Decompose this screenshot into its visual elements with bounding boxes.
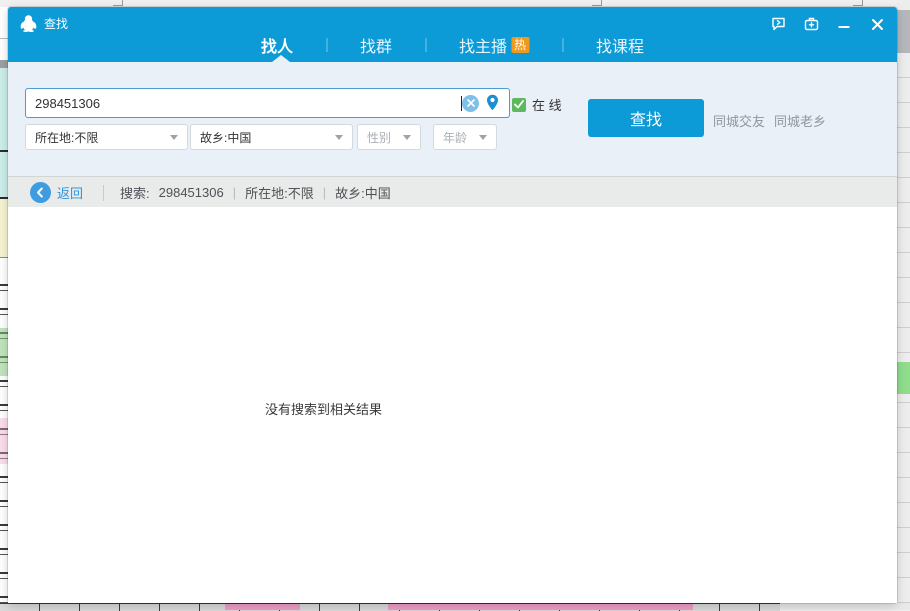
qq-penguin-icon xyxy=(20,14,37,32)
checkmark-icon xyxy=(514,100,524,109)
chevron-down-icon xyxy=(335,135,343,140)
online-label: 在 线 xyxy=(532,95,562,114)
gender-dropdown[interactable]: 性别 xyxy=(357,124,421,150)
search-panel: 在 线 所在地:不限 故乡:中国 性别 年龄 查找 同城交友 同城老乡 xyxy=(8,62,897,176)
tab-label: 找人 xyxy=(261,33,293,57)
background-line xyxy=(0,257,8,258)
close-icon xyxy=(871,18,884,31)
tab-find-courses[interactable]: 找课程 xyxy=(596,33,644,57)
back-button[interactable]: 返回 xyxy=(30,182,83,203)
minimize-button[interactable] xyxy=(836,16,852,32)
tab-find-groups[interactable]: 找群 xyxy=(360,33,392,57)
breadcrumb-term: 298451306 xyxy=(159,185,224,200)
dropdown-value: 性别 xyxy=(367,129,391,146)
background-window-left-sliver xyxy=(0,7,8,610)
background-frame-mark xyxy=(592,0,602,6)
breadcrumb-separator: | xyxy=(323,185,326,200)
breadcrumb: 搜索: 298451306 | 所在地:不限 | 故乡:中国 xyxy=(120,183,391,202)
background-green-row xyxy=(0,328,8,376)
background-green-cell xyxy=(897,362,910,394)
results-area: 没有搜索到相关结果 xyxy=(8,207,897,603)
hot-badge: 热 xyxy=(511,37,529,53)
feedback-icon xyxy=(771,17,786,31)
feedback-button[interactable] xyxy=(770,16,786,32)
tab-find-streamers[interactable]: 找主播 热 xyxy=(459,33,529,57)
background-grid-rows xyxy=(897,53,910,603)
divider xyxy=(103,185,104,201)
chevron-down-icon xyxy=(170,135,178,140)
tab-label: 找课程 xyxy=(596,33,644,57)
dropdown-value: 年龄 xyxy=(443,129,467,146)
active-tab-caret xyxy=(272,55,290,62)
background-frame-mark xyxy=(113,0,123,6)
search-box-icons xyxy=(462,94,509,112)
clear-icon xyxy=(467,99,475,107)
find-button[interactable]: 查找 xyxy=(588,99,704,137)
hometown-dropdown[interactable]: 故乡:中国 xyxy=(190,124,353,150)
tab-label: 找群 xyxy=(360,33,392,57)
toolbox-button[interactable] xyxy=(803,16,819,32)
first-aid-kit-icon xyxy=(804,17,819,31)
titlebar[interactable]: 查找 找人 找群 找主播 热 找课程 xyxy=(8,7,897,62)
background-pink-cell xyxy=(225,604,300,610)
breadcrumb-term: 所在地:不限 xyxy=(245,183,314,202)
back-label: 返回 xyxy=(57,183,83,202)
city-links: 同城交友 同城老乡 xyxy=(713,111,826,130)
chevron-down-icon xyxy=(479,135,487,140)
location-pin-icon xyxy=(485,94,500,112)
location-dropdown[interactable]: 所在地:不限 xyxy=(25,124,188,150)
tab-label: 找主播 xyxy=(459,33,507,57)
age-dropdown[interactable]: 年龄 xyxy=(433,124,497,150)
background-frame-mark xyxy=(853,0,863,6)
tab-separator xyxy=(425,38,426,52)
back-arrow-icon xyxy=(35,187,46,198)
same-city-dating-link[interactable]: 同城交友 xyxy=(713,111,765,130)
minimize-icon xyxy=(838,18,850,30)
search-input[interactable] xyxy=(26,91,463,115)
search-summary-bar: 返回 搜索: 298451306 | 所在地:不限 | 故乡:中国 xyxy=(8,176,897,208)
background-line xyxy=(0,150,8,152)
window-controls xyxy=(770,16,885,32)
tab-separator xyxy=(326,38,327,52)
find-window: 查找 找人 找群 找主播 热 找课程 xyxy=(8,7,897,603)
online-checkbox[interactable] xyxy=(512,98,526,112)
dropdown-value: 所在地:不限 xyxy=(35,129,98,146)
background-line xyxy=(0,38,8,39)
tab-bar: 找人 找群 找主播 热 找课程 xyxy=(261,34,644,56)
location-button[interactable] xyxy=(485,94,501,112)
dropdown-value: 故乡:中国 xyxy=(200,129,251,146)
tab-separator xyxy=(562,38,563,52)
breadcrumb-separator: | xyxy=(233,185,236,200)
window-title: 查找 xyxy=(44,15,68,32)
empty-results-message: 没有搜索到相关结果 xyxy=(265,399,382,418)
background-spreadsheet-row xyxy=(0,603,910,610)
tab-find-people[interactable]: 找人 xyxy=(261,33,293,57)
same-city-hometown-link[interactable]: 同城老乡 xyxy=(774,111,826,130)
breadcrumb-term: 故乡:中国 xyxy=(335,183,391,202)
background-block xyxy=(0,68,8,199)
background-block xyxy=(0,199,8,257)
breadcrumb-prefix: 搜索: xyxy=(120,183,150,202)
background-pink-cell xyxy=(388,604,693,610)
chevron-down-icon xyxy=(403,135,411,140)
app-identity: 查找 xyxy=(20,14,68,32)
background-block xyxy=(897,10,910,53)
background-window-right-sliver xyxy=(897,0,910,610)
search-box xyxy=(25,88,510,118)
background-pink-row xyxy=(0,418,8,464)
clear-search-button[interactable] xyxy=(462,95,479,112)
back-circle xyxy=(30,182,51,203)
online-filter[interactable]: 在 线 xyxy=(512,95,562,114)
close-button[interactable] xyxy=(869,16,885,32)
